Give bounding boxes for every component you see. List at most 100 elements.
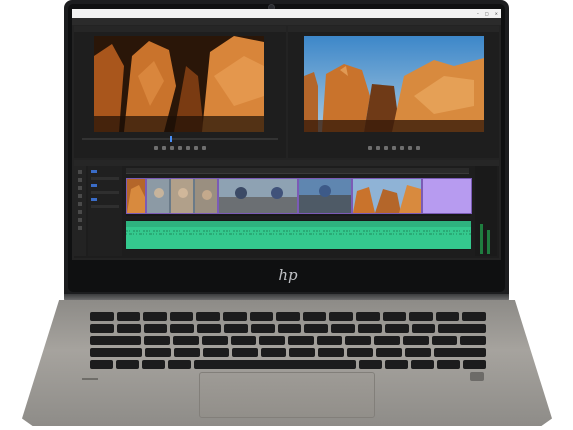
key: [223, 324, 248, 333]
key: [173, 336, 199, 345]
key: [143, 312, 167, 321]
key: [173, 348, 200, 357]
maximize-icon[interactable]: □: [485, 11, 489, 16]
key: [331, 324, 355, 333]
track-header-a1[interactable]: [91, 191, 119, 194]
key: [345, 336, 372, 345]
source-video-frame: [94, 36, 264, 132]
key: [376, 348, 403, 357]
track-headers[interactable]: [88, 166, 122, 256]
slip-tool-icon[interactable]: [78, 202, 82, 206]
key: [288, 336, 314, 345]
key: [259, 336, 286, 345]
timeline-panel[interactable]: [74, 160, 499, 258]
key: [355, 312, 380, 321]
window-titlebar: – □ ×: [72, 9, 501, 18]
video-track[interactable]: [126, 178, 472, 216]
prog-step-forward-icon[interactable]: [391, 146, 396, 150]
key: [249, 312, 274, 321]
track-select-icon[interactable]: [78, 178, 82, 182]
step-forward-icon[interactable]: [186, 146, 190, 150]
key: [357, 324, 382, 333]
source-scrub-bar[interactable]: [82, 136, 278, 142]
program-transport-controls[interactable]: [288, 146, 499, 152]
step-back-icon[interactable]: [170, 146, 174, 150]
source-playhead[interactable]: [170, 136, 173, 142]
video-clip[interactable]: [146, 178, 218, 214]
key: [222, 312, 247, 321]
razor-tool-icon[interactable]: [78, 194, 82, 198]
key: [302, 312, 327, 321]
type-tool-icon[interactable]: [78, 226, 82, 230]
key: [250, 324, 275, 333]
audio-clip[interactable]: [126, 221, 471, 249]
key: [90, 312, 114, 321]
key: [435, 312, 460, 321]
prog-lift-icon[interactable]: [399, 146, 404, 150]
key: [384, 324, 409, 333]
menu-bar[interactable]: [72, 18, 501, 25]
track-header-a3[interactable]: [91, 205, 119, 208]
ripple-edit-icon[interactable]: [78, 186, 82, 190]
track-header-v1[interactable]: [91, 170, 97, 173]
key: [318, 348, 345, 357]
track-header-v2[interactable]: [91, 177, 119, 180]
overwrite-icon[interactable]: [202, 146, 206, 150]
source-monitor[interactable]: [74, 26, 286, 158]
source-monitor-tab[interactable]: [74, 26, 286, 32]
mark-in-icon[interactable]: [154, 146, 158, 150]
pen-tool-icon[interactable]: [78, 210, 82, 214]
key: [316, 336, 343, 345]
minimize-icon[interactable]: –: [477, 11, 479, 16]
keyboard: [90, 312, 487, 370]
source-transport-controls[interactable]: [74, 146, 286, 152]
screen: – □ ×: [72, 9, 501, 260]
selection-tool-icon[interactable]: [78, 170, 82, 174]
key: [382, 312, 407, 321]
prog-mark-in-icon[interactable]: [367, 146, 372, 150]
track-header-v3[interactable]: [91, 184, 97, 187]
audio-track[interactable]: [126, 220, 471, 250]
key: [409, 312, 433, 321]
prog-extract-icon[interactable]: [407, 146, 412, 150]
key: [411, 324, 436, 333]
hp-logo: hp: [278, 266, 298, 284]
video-clip[interactable]: [126, 178, 146, 214]
video-clip[interactable]: [298, 178, 352, 214]
key: [402, 336, 429, 345]
key: [410, 360, 434, 369]
key: [230, 336, 257, 345]
key: [374, 336, 400, 345]
key: [144, 348, 171, 357]
prog-export-frame-icon[interactable]: [415, 146, 420, 150]
key: [434, 348, 486, 357]
key: [260, 348, 287, 357]
key: [460, 336, 487, 345]
track-header-a2[interactable]: [91, 198, 97, 201]
tools-panel[interactable]: [74, 166, 86, 256]
video-clip[interactable]: [352, 178, 422, 214]
video-clip[interactable]: [218, 178, 298, 214]
key: [231, 348, 258, 357]
play-icon[interactable]: [178, 146, 182, 150]
key: [276, 312, 300, 321]
mark-out-icon[interactable]: [162, 146, 166, 150]
video-clip[interactable]: [422, 178, 472, 214]
program-monitor-tab[interactable]: [288, 26, 499, 32]
timeline-ruler[interactable]: [126, 168, 469, 174]
program-monitor[interactable]: [288, 26, 499, 158]
key: [116, 312, 141, 321]
insert-icon[interactable]: [194, 146, 198, 150]
key: [90, 348, 142, 357]
prog-play-icon[interactable]: [383, 146, 388, 150]
key: [462, 360, 486, 369]
audio-meters: [475, 166, 497, 256]
hand-tool-icon[interactable]: [78, 218, 82, 222]
model-badge: [82, 378, 98, 380]
key: [289, 348, 316, 357]
prog-step-back-icon[interactable]: [375, 146, 380, 150]
close-icon[interactable]: ×: [495, 11, 498, 16]
key: [277, 324, 302, 333]
key: [436, 360, 460, 369]
timeline-tab[interactable]: [74, 160, 499, 166]
